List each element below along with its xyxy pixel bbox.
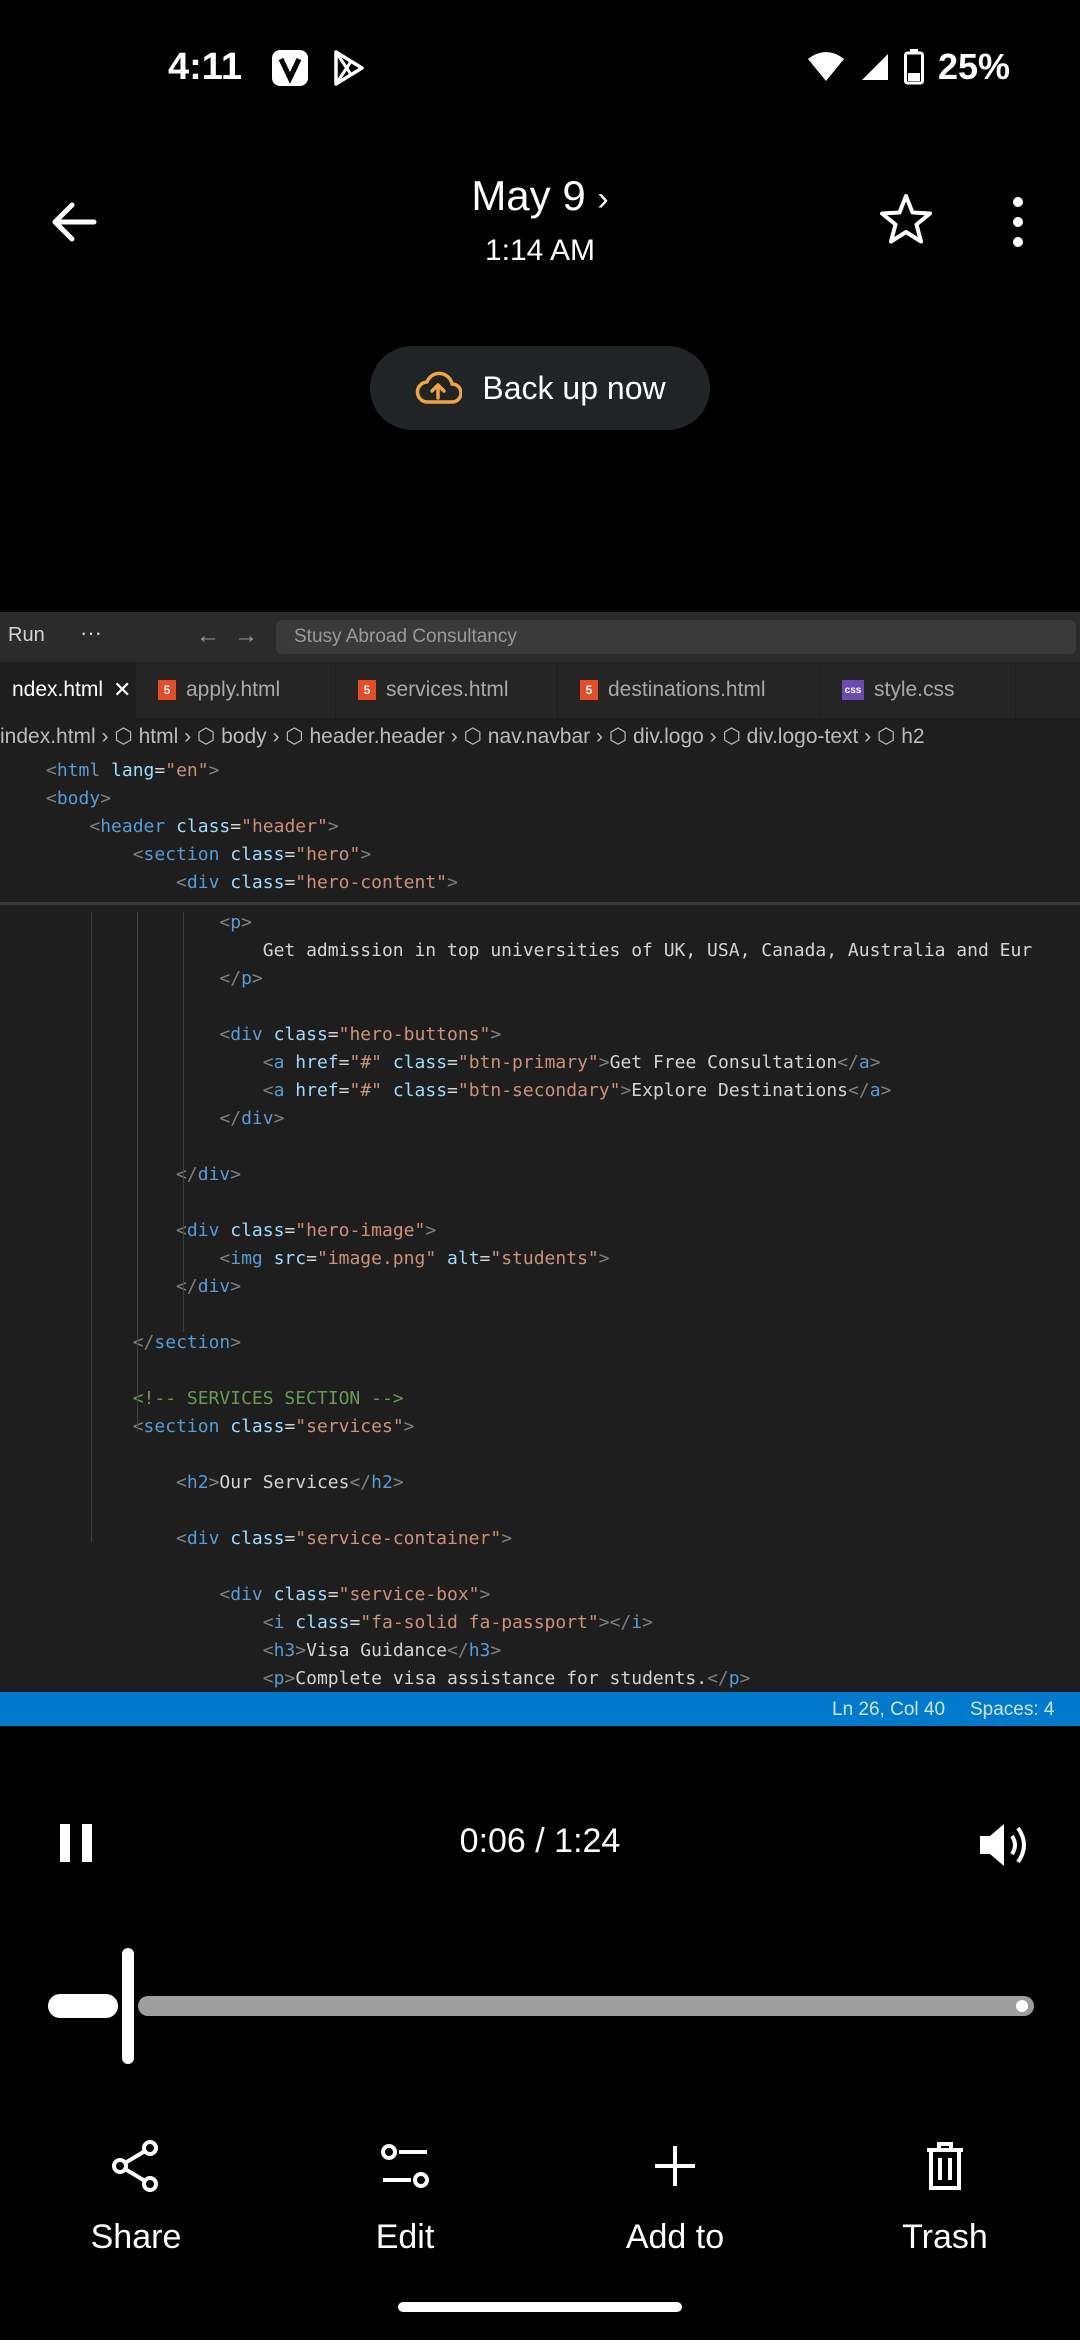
signal-icon	[861, 54, 888, 80]
code-line: <div class="hero-content">	[176, 872, 458, 893]
nav-arrows-icon: ←→	[196, 622, 272, 649]
indent-guide	[183, 912, 184, 1332]
code-line: <header class="header">	[89, 816, 339, 837]
html-file-icon: 5	[158, 680, 176, 700]
tab-label: style.css	[874, 678, 955, 701]
code-line: <div class="service-container">	[176, 1528, 513, 1549]
breadcrumb-item: div.logo	[633, 725, 704, 748]
back-up-label: Back up now	[482, 369, 666, 406]
share-button[interactable]: Share	[36, 2136, 236, 2257]
code-line: <div class="hero-buttons">	[219, 1024, 502, 1045]
share-icon	[112, 2140, 158, 2192]
tab-label: services.html	[386, 678, 509, 701]
run-menu: Run	[8, 624, 45, 646]
tab-style: css style.css	[820, 662, 1016, 718]
share-label: Share	[90, 2218, 182, 2256]
add-icon	[655, 2146, 695, 2186]
breadcrumb-item: h2	[901, 725, 925, 748]
gesture-bar[interactable]	[398, 2302, 682, 2312]
code-line: <a href="#" class="btn-primary">Get Free…	[262, 1052, 881, 1073]
code-line: <i class="fa-solid fa-passport"></i>	[262, 1612, 653, 1633]
code-line: <a href="#" class="btn-secondary">Explor…	[262, 1080, 892, 1101]
trash-icon	[927, 2142, 963, 2190]
code-line: <div class="hero-image">	[176, 1220, 437, 1241]
code-line: Get admission in top universities of UK,…	[46, 940, 1033, 961]
editor-toolbar: Run ··· ←→ Stusy Abroad Consultancy	[0, 612, 1080, 662]
code-line: <section class="services">	[132, 1416, 415, 1437]
editor-status-bar: Ln 26, Col 40 Spaces: 4	[0, 1692, 1080, 1726]
more-vert-icon[interactable]	[1000, 192, 1036, 252]
breadcrumb-item: body	[221, 725, 267, 748]
add-to-label: Add to	[625, 2218, 725, 2256]
edit-button[interactable]: Edit	[305, 2136, 505, 2257]
tab-label: apply.html	[186, 678, 281, 701]
tab-destinations: 5 destinations.html	[558, 662, 820, 718]
cursor-position: Ln 26, Col 40	[832, 1699, 946, 1720]
trash-button[interactable]: Trash	[845, 2136, 1045, 2257]
cloud-upload-icon	[416, 371, 463, 404]
status-time: 4:11	[168, 46, 242, 88]
indent-guide	[137, 912, 138, 1432]
edit-icon	[381, 2144, 429, 2188]
chevron-right-icon: ›	[597, 180, 609, 218]
code-line: <div class="service-box">	[219, 1584, 491, 1605]
trash-label: Trash	[902, 2218, 988, 2256]
css-file-icon: css	[842, 680, 864, 700]
sticky-scroll-divider	[0, 902, 1080, 905]
code-line: <p>	[219, 912, 252, 933]
battery-icon	[903, 49, 924, 85]
more-menu: ···	[80, 620, 102, 645]
seek-handle[interactable]	[122, 1948, 134, 2064]
tab-label: ndex.html	[12, 678, 104, 701]
code-line: </div>	[176, 1164, 242, 1185]
seek-bar-end	[1016, 2000, 1028, 2012]
playback-time: 0:06 / 1:24	[459, 1822, 621, 1860]
battery-percent: 25%	[937, 46, 1010, 87]
code-line: </p>	[219, 968, 263, 989]
date-label: May 9	[471, 172, 586, 219]
video-frame-code-editor: Run ··· ←→ Stusy Abroad Consultancy ndex…	[0, 612, 1080, 1726]
code-line: <!-- SERVICES SECTION -->	[46, 1388, 404, 1409]
seek-bar-played	[48, 1994, 118, 2018]
system-status: 25%	[806, 46, 1010, 88]
tab-services: 5 services.html	[336, 662, 558, 718]
volume-icon[interactable]	[976, 1818, 1034, 1872]
code-line: <h2>Our Services</h2>	[176, 1472, 404, 1493]
indent-guide	[91, 912, 92, 1542]
tab-index: ndex.html ✕	[0, 662, 136, 718]
code-line: </div>	[219, 1108, 285, 1129]
notification-icons	[270, 48, 368, 88]
code-line: </section>	[132, 1332, 242, 1353]
editor-tabs: ndex.html ✕ 5 apply.html 5 services.html 5d…	[0, 662, 1080, 718]
back-up-now-button[interactable]: Back up now	[370, 346, 710, 430]
breadcrumb-item: html	[138, 725, 179, 748]
tab-apply: 5 apply.html	[136, 662, 336, 718]
code-line: <body>	[46, 788, 112, 809]
app-v-icon	[272, 50, 308, 86]
command-center: Stusy Abroad Consultancy	[276, 620, 1076, 654]
edit-label: Edit	[375, 2218, 435, 2256]
code-line: <section class="hero">	[132, 844, 372, 865]
close-icon: ✕	[113, 677, 132, 702]
tab-label: destinations.html	[608, 678, 766, 701]
seek-bar-track[interactable]	[138, 1996, 1034, 2016]
breadcrumb-item: nav.navbar	[487, 725, 591, 748]
html-file-icon: 5	[580, 680, 598, 700]
add-to-button[interactable]: Add to	[575, 2136, 775, 2257]
html-file-icon: 5	[358, 680, 376, 700]
code-line: </div>	[176, 1276, 242, 1297]
code-line: <html lang="en">	[46, 760, 220, 781]
code-line: <img src="image.png" alt="students">	[219, 1248, 610, 1269]
breadcrumb-item: header.header	[309, 725, 445, 748]
breadcrumb-item: index.html	[0, 725, 96, 748]
breadcrumb-item: div.logo-text	[746, 725, 859, 748]
play-store-icon	[334, 50, 364, 86]
code-line: <h3>Visa Guidance</h3>	[262, 1640, 502, 1661]
star-icon[interactable]	[876, 190, 936, 250]
wifi-icon	[807, 52, 844, 81]
indentation: Spaces: 4	[970, 1699, 1055, 1720]
breadcrumb: index.html › ⬡ html › ⬡ body › ⬡ header.…	[0, 725, 925, 748]
